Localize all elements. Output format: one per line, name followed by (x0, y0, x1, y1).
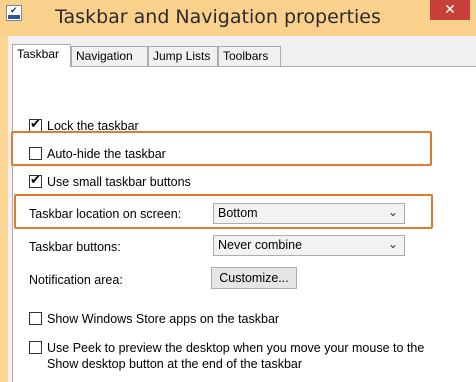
customize-button[interactable]: Customize... (211, 267, 297, 289)
taskbar-buttons-select[interactable]: Never combine ⌄ (213, 235, 405, 256)
properties-window: ✔ Taskbar and Navigation properties ✕ Ta… (0, 0, 476, 382)
peek-label: Use Peek to preview the desktop when you… (47, 340, 424, 372)
peek-label-line2: Show desktop button at the end of the ta… (47, 357, 303, 371)
chevron-down-icon: ⌄ (387, 237, 398, 251)
checkmark-icon: ✔ (30, 173, 41, 188)
store-apps-label: Show Windows Store apps on the taskbar (47, 312, 280, 326)
taskbar-buttons-value: Never combine (218, 238, 303, 252)
peek-checkbox[interactable] (29, 341, 42, 354)
window-title: Taskbar and Navigation properties (55, 6, 381, 28)
tab-toolbars[interactable]: Toolbars (218, 46, 281, 66)
small-buttons-label: Use small taskbar buttons (47, 175, 191, 189)
small-buttons-checkbox[interactable]: ✔ (29, 173, 42, 188)
tab-taskbar[interactable]: Taskbar (12, 44, 71, 67)
tab-navigation[interactable]: Navigation (71, 46, 148, 66)
store-apps-option[interactable]: Show Windows Store apps on the taskbar (29, 311, 279, 327)
tab-jump-lists[interactable]: Jump Lists (148, 46, 218, 66)
highlight-taskbar-buttons (14, 194, 433, 229)
store-apps-checkbox[interactable] (29, 312, 42, 325)
close-button[interactable]: ✕ (430, 0, 470, 20)
small-buttons-option[interactable]: ✔ Use small taskbar buttons (29, 173, 191, 190)
peek-option[interactable]: Use Peek to preview the desktop when you… (29, 340, 424, 372)
peek-label-line1: Use Peek to preview the desktop when you… (47, 341, 425, 355)
taskbar-buttons-label: Taskbar buttons: (29, 240, 121, 254)
title-bar[interactable]: ✔ Taskbar and Navigation properties ✕ (0, 0, 476, 36)
highlight-small-buttons (11, 131, 432, 166)
notification-area-label: Notification area: (29, 273, 123, 287)
